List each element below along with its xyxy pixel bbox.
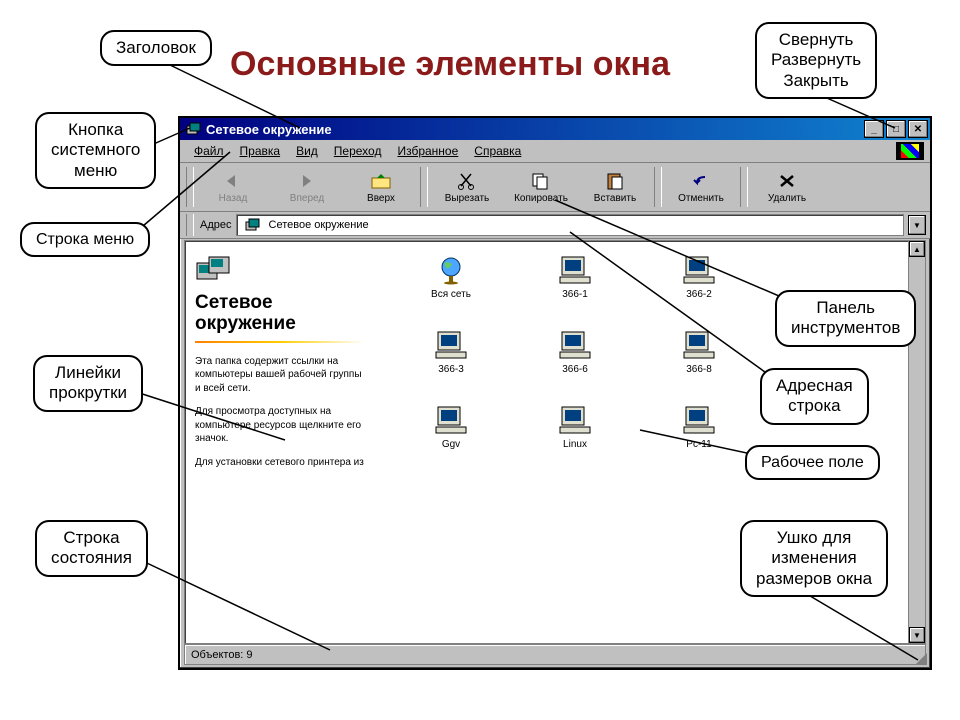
toolbar: Назад Вперед Вверх Вырезать Копировать В… [180,163,930,212]
minimize-button[interactable]: _ [864,120,884,138]
item-pc[interactable]: Pc-11 [667,405,731,450]
item-pc[interactable]: Linux [543,405,607,450]
computer-icon [682,330,716,360]
callout-scrollbars: Линейки прокрутки [33,355,143,412]
maximize-button[interactable]: □ [886,120,906,138]
network-places-large-icon [195,253,231,285]
menu-go[interactable]: Переход [326,142,390,160]
status-text: Объектов: 9 [191,649,253,661]
panel-text-2: Для просмотра доступных на компьютере ре… [195,405,365,446]
page-title: Основные элементы окна [230,45,670,84]
menu-view[interactable]: Вид [288,142,326,160]
callout-addressbar: Адресная строка [760,368,869,425]
item-pc[interactable]: 366-8 [667,330,731,375]
menu-edit[interactable]: Правка [232,142,289,160]
computer-icon [434,405,468,435]
windows-logo-icon [896,142,924,160]
window-title: Сетевое окружение [206,122,864,137]
cut-button[interactable]: Вырезать [430,165,504,209]
undo-button[interactable]: Отменить [664,165,738,209]
address-field[interactable]: Сетевое окружение [236,214,905,236]
callout-toolbar: Панель инструментов [775,290,916,347]
back-arrow-icon [222,171,244,191]
forward-arrow-icon [296,171,318,191]
item-pc[interactable]: Ggv [419,405,483,450]
delete-icon [776,171,798,191]
paste-button[interactable]: Вставить [578,165,652,209]
panel-text-1: Эта папка содержит ссылки на компьютеры … [195,355,365,396]
resize-grip[interactable] [913,651,927,665]
clipboard-icon [604,171,626,191]
scissors-icon [456,171,478,191]
callout-title: Заголовок [100,30,212,66]
scroll-down-button[interactable]: ▼ [909,627,925,643]
item-pc[interactable]: 366-3 [419,330,483,375]
scroll-up-button[interactable]: ▲ [909,241,925,257]
computer-icon [682,405,716,435]
menu-help[interactable]: Справка [466,142,529,160]
panel-text-3: Для установки сетевого принтера из [195,456,365,470]
address-dropdown-button[interactable]: ▼ [908,215,926,235]
menu-favorites[interactable]: Избранное [389,142,466,160]
forward-button[interactable]: Вперед [270,165,344,209]
callout-system-menu: Кнопка системного меню [35,112,156,189]
copy-button[interactable]: Копировать [504,165,578,209]
computer-icon [682,255,716,285]
system-menu-icon[interactable] [186,122,202,136]
folder-up-icon [370,171,392,191]
callout-window-controls: Свернуть Развернуть Закрыть [755,22,877,99]
callout-workarea: Рабочее поле [745,445,880,480]
item-whole-network[interactable]: Вся сеть [419,255,483,300]
globe-icon [436,255,466,285]
callout-statusbar: Строка состояния [35,520,148,577]
menubar: Файл Правка Вид Переход Избранное Справк… [180,140,930,163]
delete-button[interactable]: Удалить [750,165,824,209]
computer-icon [558,255,592,285]
computer-icon [434,330,468,360]
statusbar: Объектов: 9 [184,644,926,665]
callout-resize: Ушко для изменения размеров окна [740,520,888,597]
copy-icon [530,171,552,191]
back-button[interactable]: Назад [196,165,270,209]
info-panel: Сетевое окружение Эта папка содержит ссы… [185,241,375,643]
computer-icon [558,405,592,435]
computer-icon [558,330,592,360]
addressbar: Адрес Сетевое окружение ▼ [180,212,930,239]
item-pc[interactable]: 366-2 [667,255,731,300]
panel-heading: Сетевое окружение [195,293,365,335]
menu-file[interactable]: Файл [186,142,232,160]
address-label: Адрес [200,219,232,231]
item-pc[interactable]: 366-1 [543,255,607,300]
item-pc[interactable]: 366-6 [543,330,607,375]
callout-menubar: Строка меню [20,222,150,257]
close-button[interactable]: ✕ [908,120,928,138]
up-button[interactable]: Вверх [344,165,418,209]
titlebar[interactable]: Сетевое окружение _ □ ✕ [180,118,930,140]
undo-icon [690,171,712,191]
address-value: Сетевое окружение [269,219,369,231]
network-places-icon [245,218,261,232]
